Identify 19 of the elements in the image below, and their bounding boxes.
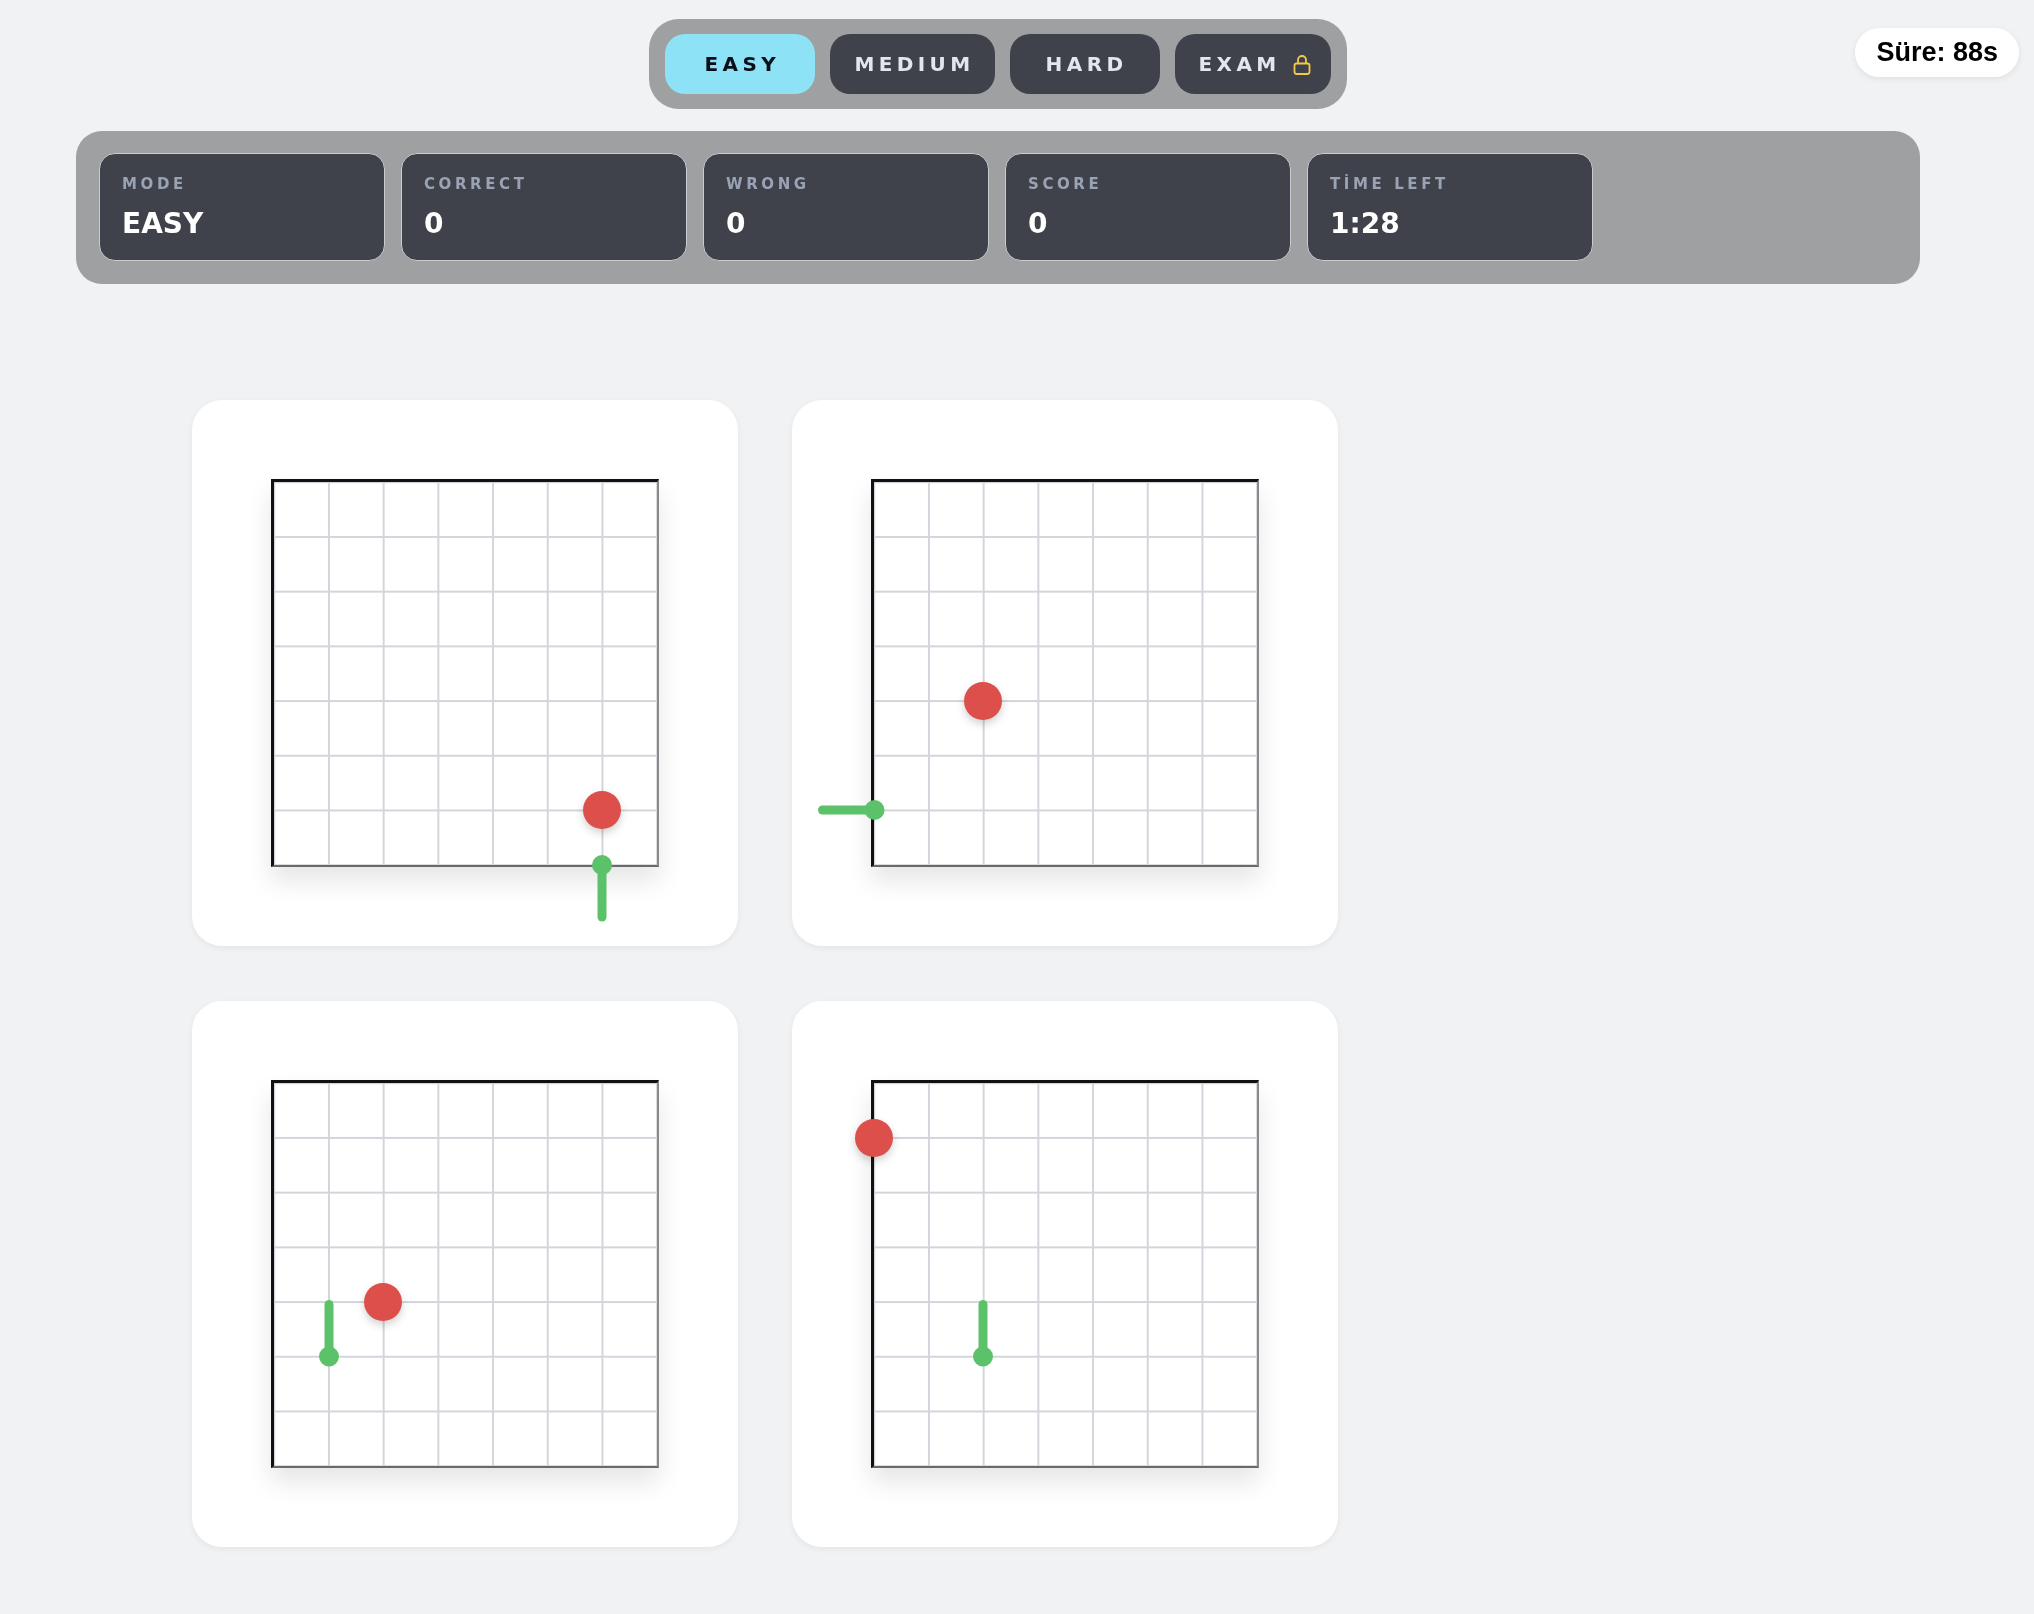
stat-label: MODE — [122, 175, 187, 193]
stat-value: 0 — [424, 208, 444, 240]
difficulty-tab[interactable]: MEDIUM — [830, 34, 995, 94]
stat-value: 0 — [1028, 208, 1048, 240]
stat-label: WRONG — [726, 175, 810, 193]
dot-icon — [855, 1118, 893, 1157]
difficulty-tab[interactable]: EXAM — [1174, 34, 1331, 94]
dot-icon — [364, 1282, 403, 1321]
difficulty-tab[interactable]: EASY — [665, 34, 816, 94]
dot-icon — [583, 791, 622, 830]
stat-label: TİME LEFT — [1330, 175, 1449, 193]
stat-label: CORRECT — [424, 175, 528, 193]
stat-label: SCORE — [1028, 175, 1103, 193]
stat-value: EASY — [122, 208, 204, 240]
difficulty-tab[interactable]: HARD — [1009, 34, 1160, 94]
countdown-timer: Süre: 88s — [1855, 28, 2019, 77]
dot-icon — [964, 681, 1003, 720]
stat-value: 0 — [726, 208, 746, 240]
stat-value: 1:28 — [1330, 208, 1400, 240]
